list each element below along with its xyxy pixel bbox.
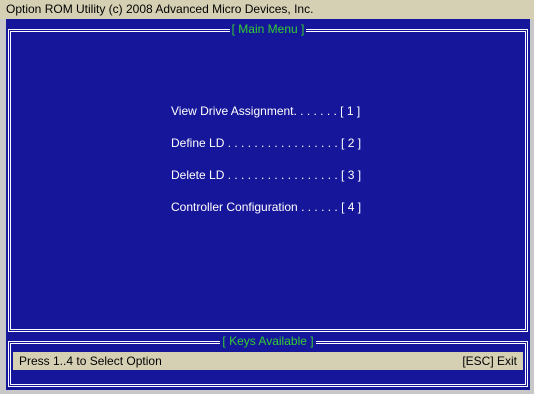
main-menu-list: View Drive Assignment. . . . . . . [ 1 ]… xyxy=(171,104,361,232)
key-hint-bar: Press 1..4 to Select Option [ESC] Exit xyxy=(13,352,523,370)
menu-item-view-drive-assignment[interactable]: View Drive Assignment. . . . . . . [ 1 ] xyxy=(171,104,361,136)
keys-available-title: [ Keys Available ] xyxy=(220,334,316,348)
menu-item-define-ld[interactable]: Define LD . . . . . . . . . . . . . . . … xyxy=(171,136,361,168)
menu-item-delete-ld[interactable]: Delete LD . . . . . . . . . . . . . . . … xyxy=(171,168,361,200)
select-option-hint: Press 1..4 to Select Option xyxy=(19,354,162,368)
keys-available-panel: [ Keys Available ] Press 1..4 to Select … xyxy=(8,334,528,387)
menu-item-controller-configuration[interactable]: Controller Configuration . . . . . . [ 4… xyxy=(171,200,361,232)
main-menu-title: [ Main Menu ] xyxy=(229,22,307,36)
esc-exit-key[interactable]: [ESC] Exit xyxy=(462,352,517,370)
bios-screen: [ Main Menu ] View Drive Assignment. . .… xyxy=(6,19,530,390)
window-title: Option ROM Utility (c) 2008 Advanced Mic… xyxy=(0,0,534,19)
main-menu-panel: [ Main Menu ] View Drive Assignment. . .… xyxy=(8,22,528,332)
